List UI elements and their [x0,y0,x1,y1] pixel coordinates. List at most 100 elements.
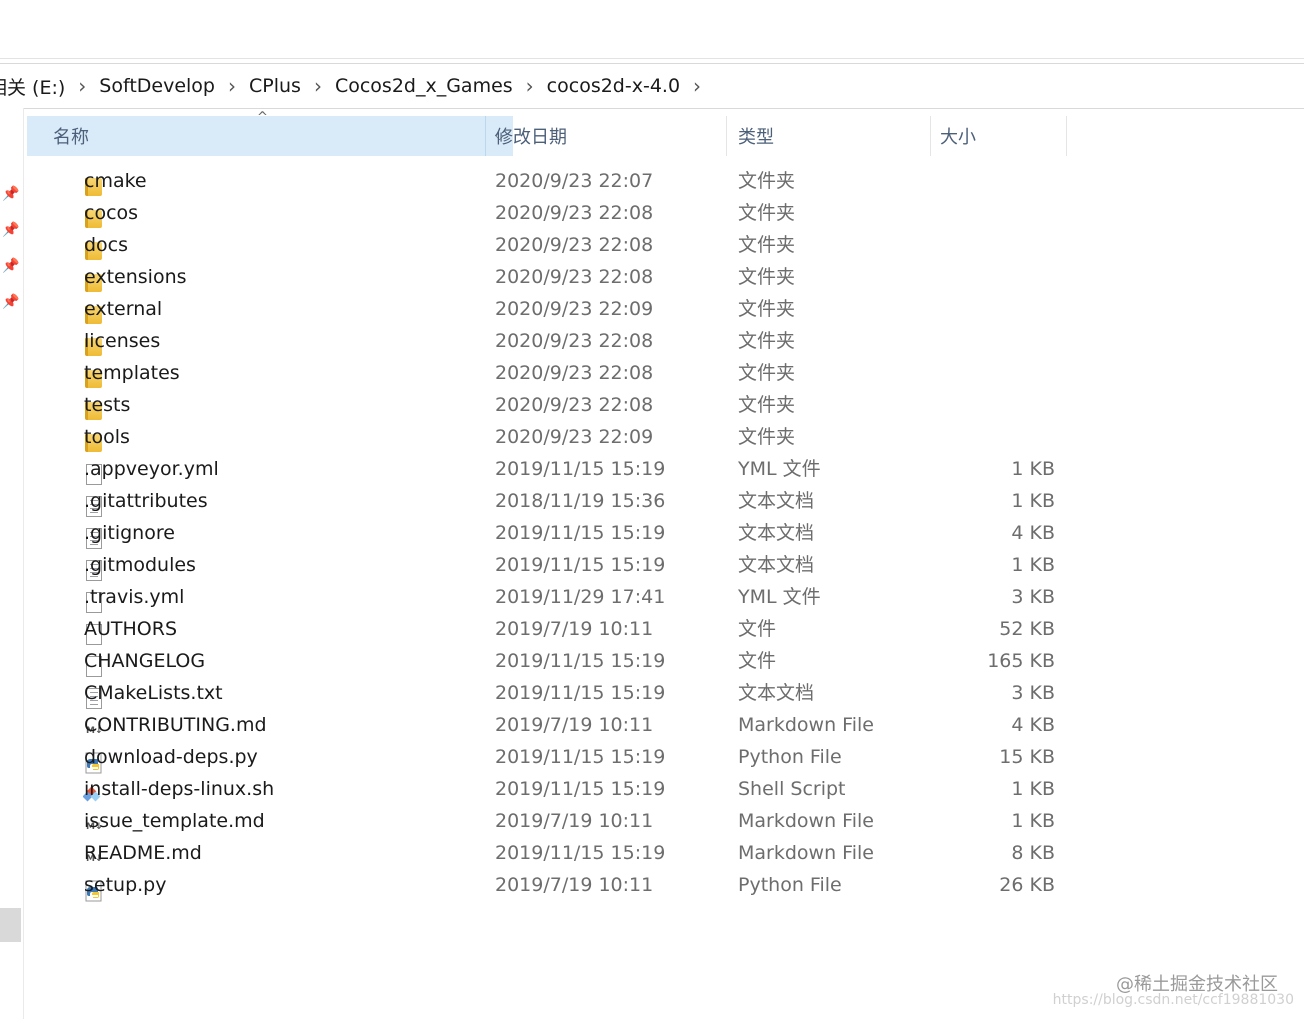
breadcrumb-item[interactable]: cocos2d-x-4.0 [545,75,682,97]
file-size: 1 KB [1011,778,1055,800]
markdown-icon: M↓ [86,822,103,832]
file-row[interactable]: tools 2020/9/23 22:09 文件夹 [27,421,1067,453]
chevron-right-icon[interactable]: › [303,74,333,98]
file-date: 2019/7/19 10:11 [495,810,654,832]
column-headers: 名称 ^ ⌵ 修改日期 类型 大小 [27,110,1067,156]
file-name: external [84,298,163,320]
file-type: 文件夹 [738,202,796,224]
file-row[interactable]: licenses 2020/9/23 22:08 文件夹 [27,325,1067,357]
file-date: 2019/11/29 17:41 [495,586,666,608]
file-row[interactable]: CMakeLists.txt 2019/11/15 15:19 文本文档 3 KB [27,677,1067,709]
file-row[interactable]: .gitattributes 2018/11/19 15:36 文本文档 1 KB [27,485,1067,517]
breadcrumb-item[interactable]: SoftDevelop [97,75,217,97]
file-row[interactable]: CHANGELOG 2019/11/15 15:19 文件 165 KB [27,645,1067,677]
file-row[interactable]: .travis.yml 2019/11/29 17:41 YML 文件 3 KB [27,581,1067,613]
file-size: 8 KB [1011,842,1055,864]
column-header-size[interactable]: 大小 [940,116,1067,156]
file-name: README.md [84,842,202,864]
file-name: docs [84,234,129,256]
file-size: 3 KB [1011,586,1055,608]
file-type: Python File [738,746,842,768]
file-size: 1 KB [1011,554,1055,576]
file-row[interactable]: extensions 2020/9/23 22:08 文件夹 [27,261,1067,293]
file-name: .gitmodules [84,554,196,576]
chevron-right-icon[interactable]: › [67,74,97,98]
pin-icon[interactable]: 📌 [2,186,19,202]
markdown-icon: M↓ [86,726,103,736]
address-bar[interactable]: 相关 (E:) › SoftDevelop › CPlus › Cocos2d_… [0,63,1304,109]
file-row[interactable]: .gitignore 2019/11/15 15:19 文本文档 4 KB [27,517,1067,549]
window-top-area [0,0,1304,59]
watermark-url: https://blog.csdn.net/ccf19881030 [1052,992,1294,1008]
pin-icon[interactable]: 📌 [2,294,19,310]
file-size: 3 KB [1011,682,1055,704]
column-header-date[interactable]: 修改日期 [495,116,727,156]
file-type: 文本文档 [738,522,815,544]
file-date: 2019/11/15 15:19 [495,650,666,672]
folder-icon [56,363,102,388]
file-name: CHANGELOG [84,650,206,672]
file-row[interactable]: tests 2020/9/23 22:08 文件夹 [27,389,1067,421]
file-name: .appveyor.yml [84,458,219,480]
breadcrumb-drive[interactable]: 相关 (E:) [0,73,67,100]
folder-icon [56,171,102,196]
file-icon [56,651,102,677]
chevron-right-icon[interactable]: › [515,74,545,98]
file-row[interactable]: .appveyor.yml 2019/11/15 15:19 YML 文件 1 KB [27,453,1067,485]
chevron-right-icon[interactable]: › [217,74,247,98]
file-name: AUTHORS [84,618,178,640]
file-row[interactable]: M↓ CONTRIBUTING.md 2019/7/19 10:11 Markdown… [27,709,1067,741]
chevron-right-icon[interactable]: › [682,74,712,98]
file-row[interactable]: AUTHORS 2019/7/19 10:11 文件 52 KB [27,613,1067,645]
file-name: cocos [84,202,139,224]
file-row[interactable]: .gitmodules 2019/11/15 15:19 文本文档 1 KB [27,549,1067,581]
folder-icon [56,331,102,356]
file-row[interactable]: external 2020/9/23 22:09 文件夹 [27,293,1067,325]
file-name: .travis.yml [84,586,185,608]
text-file-icon [56,523,102,549]
breadcrumb-item[interactable]: CPlus [247,75,303,97]
file-row[interactable]: M↓ issue_template.md 2019/7/19 10:11 Markdo… [27,805,1067,837]
breadcrumb-item[interactable]: Cocos2d_x_Games [333,75,515,97]
column-header-type[interactable]: 类型 [738,116,931,156]
navigation-selected-item[interactable] [0,908,21,942]
file-type: Python File [738,874,842,896]
file-type: 文件夹 [738,266,796,288]
file-date: 2019/11/15 15:19 [495,746,666,768]
file-row[interactable]: cocos 2020/9/23 22:08 文件夹 [27,197,1067,229]
file-date: 2020/9/23 22:09 [495,298,654,320]
file-date: 2019/7/19 10:11 [495,874,654,896]
file-type: 文件 [738,650,777,672]
pin-icon[interactable]: 📌 [2,222,19,238]
file-row[interactable]: download-deps.py 2019/11/15 15:19 Python F… [27,741,1067,774]
file-row[interactable]: docs 2020/9/23 22:08 文件夹 [27,229,1067,261]
column-header-name[interactable]: 名称 ^ [27,110,485,156]
file-type: YML 文件 [738,458,821,480]
file-type: Markdown File [738,714,874,736]
file-type: Shell Script [738,778,846,800]
folder-icon [56,267,102,292]
file-type: 文本文档 [738,554,815,576]
file-date: 2020/9/23 22:08 [495,266,654,288]
file-row[interactable]: M↓ README.md 2019/11/15 15:19 Markdown File… [27,837,1067,869]
file-size: 1 KB [1011,490,1055,512]
file-date: 2018/11/19 15:36 [495,490,666,512]
folder-icon [56,299,102,324]
file-row[interactable]: cmake 2020/9/23 22:07 文件夹 [27,165,1067,197]
folder-icon [56,427,102,452]
shell-script-icon [56,779,101,802]
file-row[interactable]: install-deps-linux.sh 2019/11/15 15:19 She… [27,773,1067,805]
pin-icon[interactable]: 📌 [2,258,19,274]
file-name: cmake [84,170,147,192]
file-row[interactable]: setup.py 2019/7/19 10:11 Python File 26 KB [27,869,1067,902]
file-type: YML 文件 [738,586,821,608]
file-date: 2020/9/23 22:07 [495,170,654,192]
file-type: 文件夹 [738,394,796,416]
file-date: 2020/9/23 22:08 [495,362,654,384]
file-type: 文件 [738,618,777,640]
file-name: tools [84,426,130,448]
file-date: 2019/11/15 15:19 [495,682,666,704]
file-row[interactable]: templates 2020/9/23 22:08 文件夹 [27,357,1067,389]
file-name: download-deps.py [84,746,258,768]
file-type: Markdown File [738,842,874,864]
